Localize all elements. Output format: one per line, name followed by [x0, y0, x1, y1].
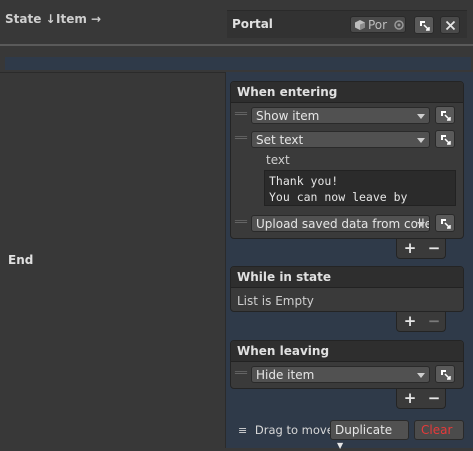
text-param-label: text — [266, 153, 290, 167]
edit-icon — [441, 219, 451, 229]
action-dropdown-set-text[interactable]: Set text — [251, 131, 430, 148]
duplicate-button[interactable]: Duplicate ▼ — [330, 420, 409, 450]
remove-action-button[interactable]: − — [427, 314, 441, 329]
while-in-state-footer: + − — [396, 312, 446, 332]
clear-button[interactable]: Clear — [414, 420, 464, 440]
action-edit-button[interactable] — [435, 106, 455, 124]
action-edit-button[interactable] — [435, 130, 455, 148]
portal-object-field[interactable]: Por — [350, 16, 406, 33]
drag-handle-icon[interactable]: ══ — [235, 134, 247, 144]
dropdown-arrow-icon — [417, 114, 425, 119]
when-entering-title: When entering — [231, 82, 463, 103]
action-label: Show item — [256, 109, 320, 123]
when-entering-footer: + − — [396, 239, 446, 259]
while-in-state-panel: While in state List is Empty — [230, 266, 464, 312]
cube-icon — [355, 20, 365, 30]
clear-label: Clear — [421, 423, 453, 437]
portal-edit-button[interactable] — [414, 16, 434, 34]
add-action-button[interactable]: + — [403, 391, 417, 406]
drag-handle-icon[interactable]: ══ — [235, 110, 247, 120]
edit-icon — [441, 370, 451, 380]
dropdown-arrow-icon — [417, 222, 425, 227]
drag-handle-icon[interactable]: ══ — [235, 218, 247, 228]
object-picker-icon[interactable] — [394, 20, 404, 30]
item-column-header[interactable]: Item → — [56, 12, 101, 26]
drag-label: Drag to move — [254, 423, 334, 437]
portal-title: Portal — [232, 17, 273, 31]
header-separator — [0, 44, 473, 46]
text-param-input[interactable]: Thank you! You can now leave by — [264, 170, 456, 206]
duplicate-label: Duplicate — [335, 423, 393, 437]
edit-icon — [441, 111, 451, 121]
portal-field-text: Por — [368, 18, 388, 32]
edit-icon — [441, 135, 451, 145]
dropdown-arrow-icon — [417, 373, 425, 378]
state-row-label-cell[interactable]: End — [0, 72, 226, 448]
blank-row-strip — [5, 57, 471, 70]
edit-icon — [420, 21, 430, 31]
action-edit-button[interactable] — [435, 365, 455, 383]
portal-remove-button[interactable] — [440, 16, 460, 34]
when-leaving-title: When leaving — [231, 341, 463, 362]
portal-item-header: Portal Por — [227, 10, 467, 38]
menu-lines-icon: ≡ — [238, 424, 248, 437]
remove-action-button[interactable]: − — [427, 241, 441, 256]
action-label: Set text — [256, 133, 304, 147]
when-leaving-footer: + − — [396, 389, 446, 409]
state-name: End — [8, 253, 34, 267]
action-dropdown-show-item[interactable]: Show item — [251, 107, 430, 124]
drag-handle-icon[interactable]: ══ — [235, 369, 247, 379]
action-label: Hide item — [256, 368, 315, 382]
add-action-button[interactable]: + — [403, 241, 417, 256]
action-dropdown-upload-data[interactable]: Upload saved data from colle — [251, 215, 430, 232]
remove-action-button[interactable]: − — [427, 391, 441, 406]
add-action-button[interactable]: + — [403, 314, 417, 329]
drag-to-move-handle[interactable]: ≡ Drag to move — [238, 423, 334, 437]
dropdown-arrow-icon — [417, 138, 425, 143]
action-edit-button[interactable] — [435, 214, 455, 232]
empty-list-text: List is Empty — [237, 294, 314, 308]
state-column-header[interactable]: State ↓ — [5, 12, 56, 26]
close-icon — [445, 20, 456, 31]
while-in-state-title: While in state — [231, 267, 463, 288]
action-dropdown-hide-item[interactable]: Hide item — [251, 366, 430, 383]
item-header-label: Item → — [56, 12, 102, 26]
state-header-label: State ↓ — [5, 12, 56, 26]
action-label: Upload saved data from colle — [256, 217, 430, 231]
dropdown-arrow-icon: ▼ — [337, 441, 344, 450]
